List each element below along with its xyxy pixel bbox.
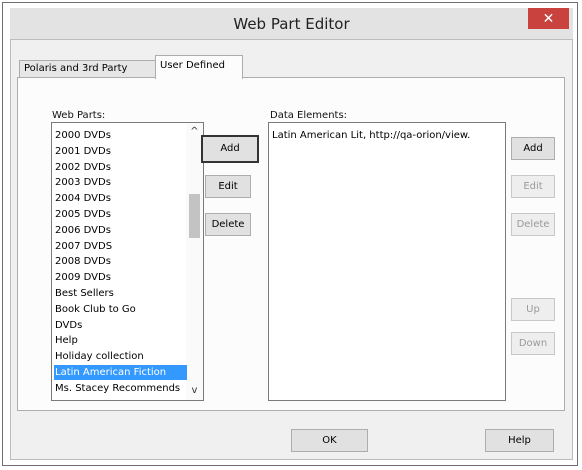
web-parts-list-item[interactable]: DVDs <box>54 318 187 333</box>
web-parts-list-item[interactable]: Holiday collection <box>54 349 187 364</box>
web-parts-scrollbar[interactable]: ^ v <box>186 123 203 400</box>
web-parts-listbox[interactable]: ^ v 2000 DVDs 2001 DVDs 2002 DVDs 2003 DVDs… <box>51 122 204 401</box>
web-parts-list-item[interactable]: Help <box>54 333 187 348</box>
window-title: Web Part Editor <box>233 15 350 33</box>
ok-button[interactable]: OK <box>291 429 368 452</box>
close-button[interactable]: ✕ <box>528 8 569 29</box>
tab-user-defined[interactable]: User Defined <box>155 55 243 79</box>
title-bar: Web Part Editor ✕ <box>10 8 573 39</box>
web-parts-list-item[interactable]: 2005 DVDs <box>54 207 187 222</box>
web-parts-delete-button[interactable]: Delete <box>205 213 251 236</box>
web-parts-list-item[interactable]: 2001 DVDs <box>54 144 187 159</box>
web-parts-edit-button[interactable]: Edit <box>205 175 251 198</box>
help-button[interactable]: Help <box>485 429 554 452</box>
web-parts-list-item[interactable]: 2007 DVDS <box>54 239 187 254</box>
web-parts-list-item[interactable]: 2004 DVDs <box>54 191 187 206</box>
web-parts-list-item[interactable]: Book Club to Go <box>54 302 187 317</box>
data-elements-delete-button[interactable]: Delete <box>511 213 555 236</box>
scroll-thumb[interactable] <box>189 194 200 238</box>
tab-polaris-and-3rd-party[interactable]: Polaris and 3rd Party <box>19 60 156 78</box>
data-elements-add-button[interactable]: Add <box>511 137 555 160</box>
web-parts-list-item[interactable]: 2008 DVDs <box>54 254 187 269</box>
data-elements-edit-button[interactable]: Edit <box>511 175 555 198</box>
web-parts-list-item[interactable]: 2009 DVDs <box>54 270 187 285</box>
data-elements-list-item[interactable]: Latin American Lit, http://qa-orion/view… <box>271 128 504 143</box>
web-parts-list-item[interactable]: 2000 DVDs <box>54 128 187 143</box>
scroll-down-icon[interactable]: v <box>186 384 203 398</box>
close-icon: ✕ <box>542 10 555 27</box>
web-parts-add-button[interactable]: Add <box>201 135 259 163</box>
web-parts-list-item[interactable]: Best Sellers <box>54 286 187 301</box>
data-elements-label: Data Elements: <box>270 110 348 121</box>
web-parts-list-item[interactable]: Ms. Stacey Recommends <box>54 381 187 396</box>
data-elements-listbox[interactable]: Latin American Lit, http://qa-orion/view… <box>268 122 506 401</box>
web-parts-list-item[interactable]: 2006 DVDs <box>54 223 187 238</box>
web-parts-list-item[interactable]: 2003 DVDs <box>54 175 187 190</box>
web-parts-list-item[interactable]: Latin American Fiction <box>54 365 187 380</box>
web-parts-list-item[interactable]: 2002 DVDs <box>54 160 187 175</box>
web-parts-label: Web Parts: <box>52 110 106 121</box>
data-elements-up-button[interactable]: Up <box>511 298 555 321</box>
data-elements-down-button[interactable]: Down <box>511 332 555 355</box>
